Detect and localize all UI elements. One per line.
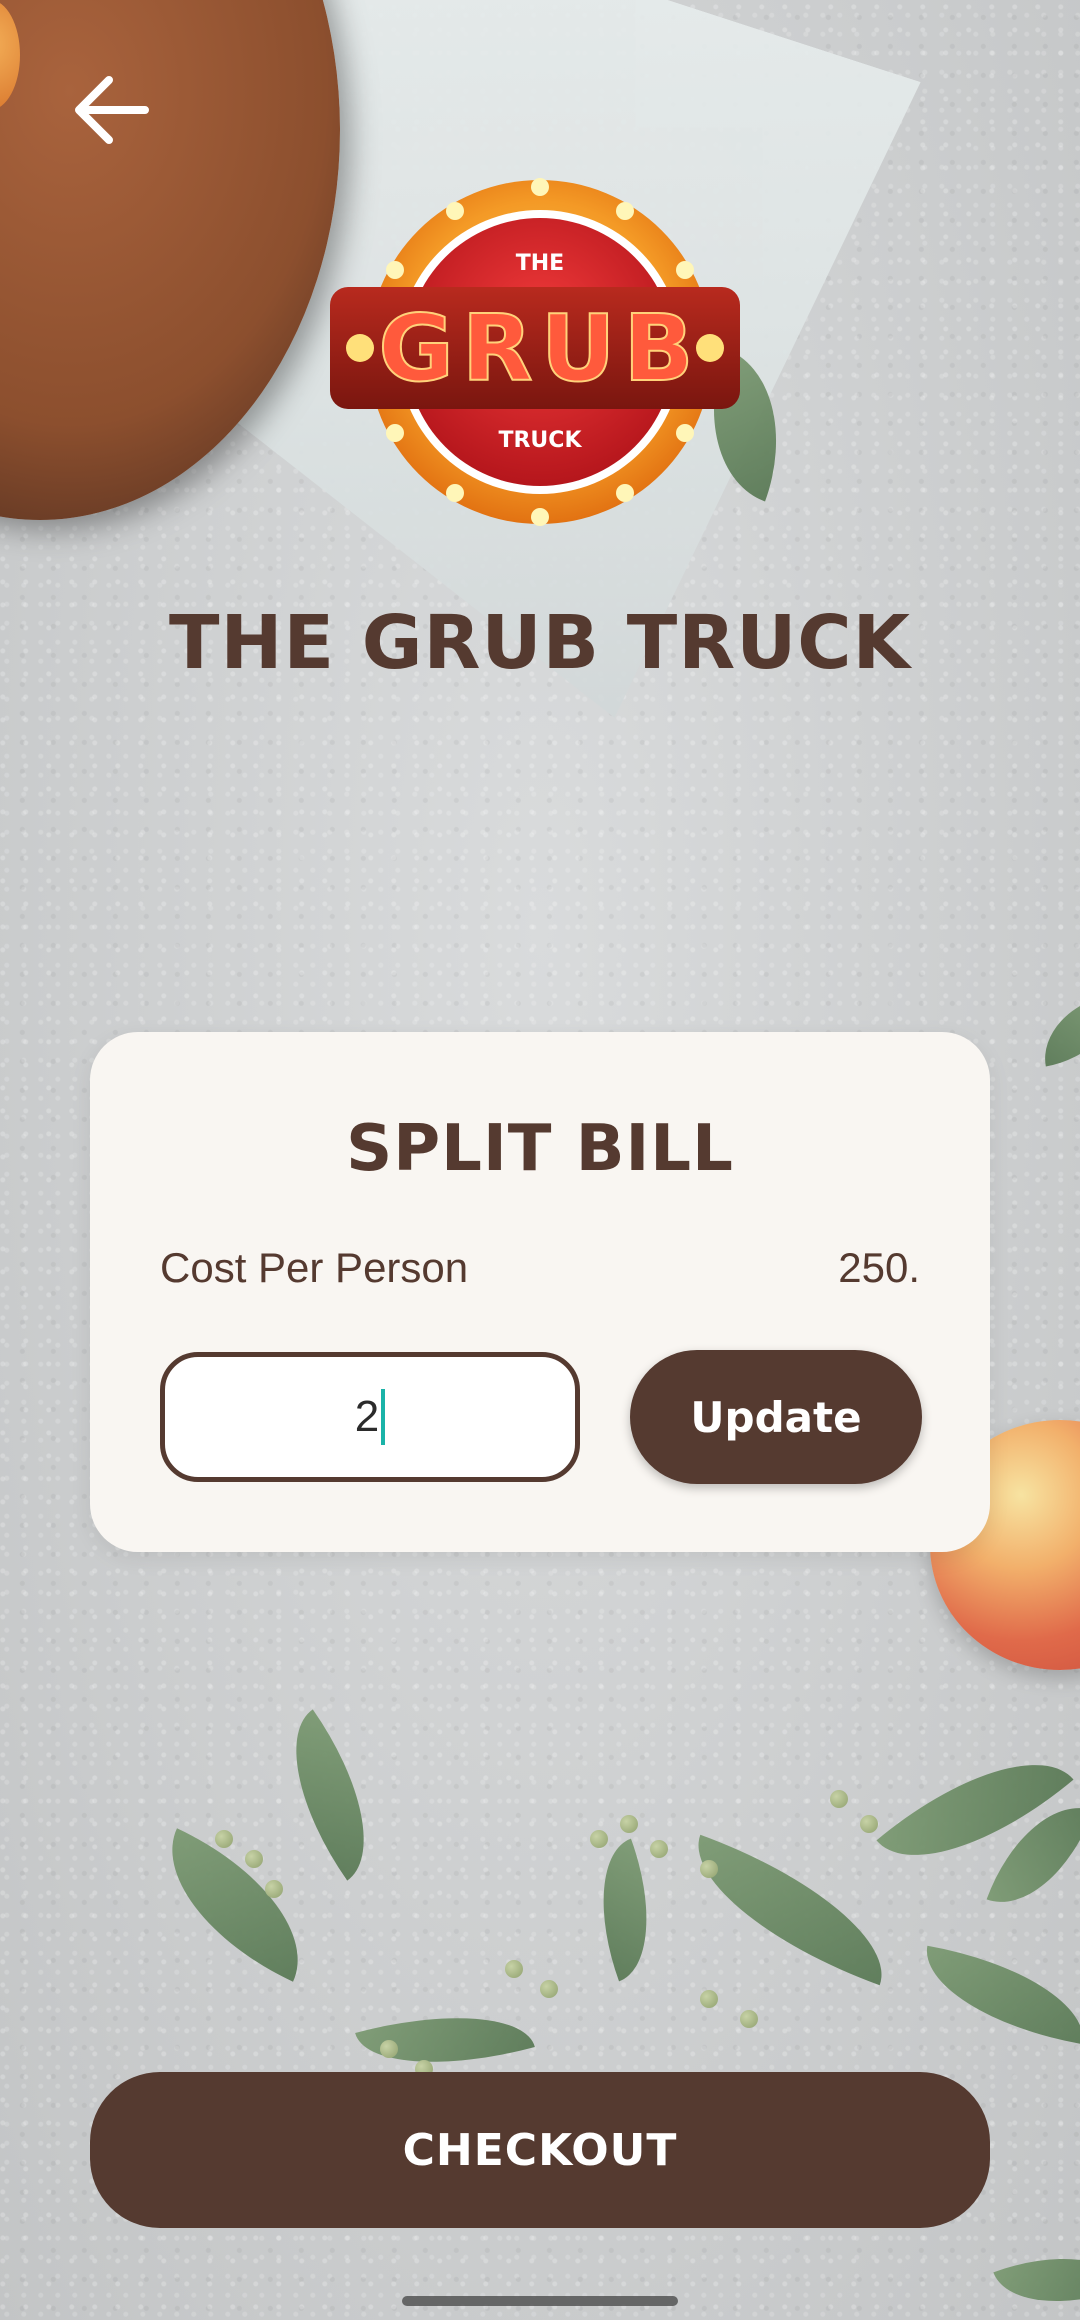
checkout-button[interactable]: CHECKOUT (90, 2072, 990, 2228)
people-count-value: 2 (354, 1392, 380, 1441)
update-button[interactable]: Update (630, 1350, 922, 1484)
card-title: SPLIT BILL (346, 1112, 734, 1186)
svg-text:THE: THE (516, 251, 564, 276)
cost-per-person-value: 250. (838, 1244, 920, 1291)
app-screen: THE GRUB TRUCK THE GRUB TRUCK SPLIT BILL… (0, 0, 1080, 2320)
arrow-left-icon (75, 76, 149, 144)
split-bill-card: SPLIT BILL Cost Per Person 250. 2 Update (90, 1032, 990, 1552)
text-caret (381, 1389, 386, 1445)
brand-title: THE GRUB TRUCK (169, 600, 911, 686)
svg-text:GRUB: GRUB (378, 295, 701, 402)
back-button[interactable] (60, 60, 160, 160)
svg-text:TRUCK: TRUCK (498, 428, 582, 453)
people-count-input[interactable]: 2 (160, 1352, 580, 1482)
home-indicator (402, 2296, 678, 2306)
cost-per-person-label: Cost Per Person (160, 1244, 469, 1291)
grub-truck-logo: THE GRUB TRUCK (330, 175, 750, 530)
